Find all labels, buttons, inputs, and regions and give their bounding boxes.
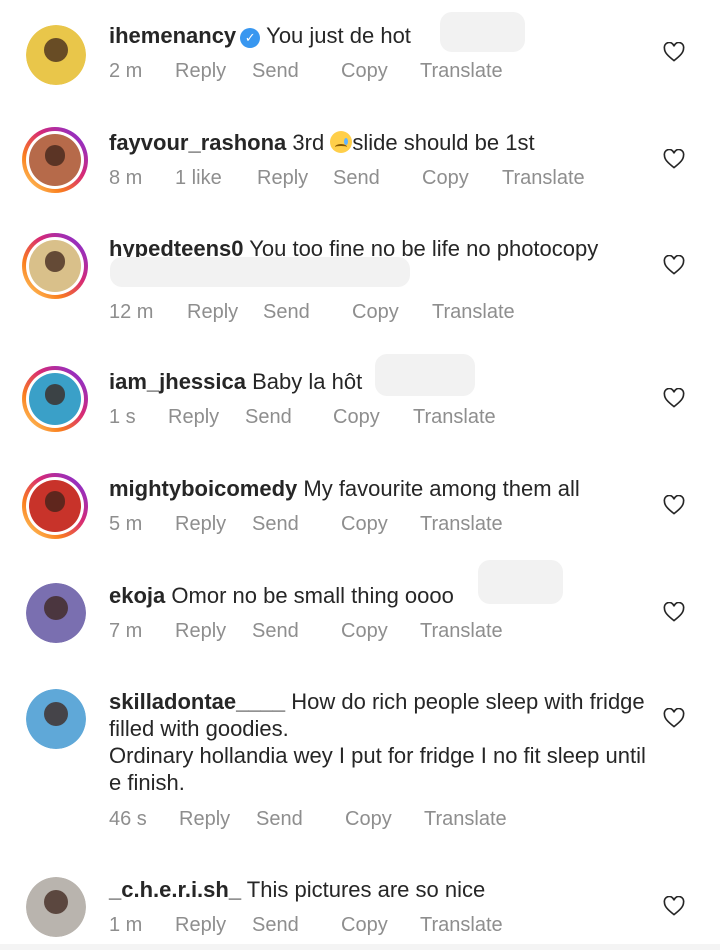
translate-button[interactable]: Translate: [432, 301, 515, 324]
comment-body-line2: Ordinary hollandia wey I put for fridge …: [109, 743, 646, 795]
heart-outline-icon[interactable]: [663, 602, 685, 622]
comment-text: ekoja Omor no be small thing oooo: [109, 582, 654, 609]
avatar[interactable]: [26, 689, 86, 749]
comment-username[interactable]: fayvour_rashona: [109, 130, 286, 155]
comment-username[interactable]: mightyboicomedy: [109, 476, 297, 501]
reply-button[interactable]: Reply: [168, 406, 219, 429]
comment-body: This pictures are so nice: [246, 877, 486, 902]
comment-body-start: 3rd: [292, 130, 325, 155]
comment-text: mightyboicomedy My favourite among them …: [109, 475, 654, 502]
comment-time: 7 m: [109, 620, 143, 642]
reply-button[interactable]: Reply: [175, 513, 226, 536]
send-button[interactable]: Send: [245, 406, 292, 429]
avatar[interactable]: [22, 473, 88, 539]
avatar[interactable]: [22, 366, 88, 432]
reply-button[interactable]: Reply: [175, 914, 226, 937]
blurred-region: [478, 560, 563, 604]
translate-button[interactable]: Translate: [413, 406, 496, 429]
comment-body: My favourite among them all: [303, 476, 580, 501]
heart-outline-icon[interactable]: [663, 708, 685, 728]
comment-username[interactable]: ekoja: [109, 583, 165, 608]
send-button[interactable]: Send: [252, 60, 299, 83]
reply-button[interactable]: Reply: [257, 167, 308, 190]
comment-username[interactable]: skilladontae____: [109, 689, 285, 714]
copy-button[interactable]: Copy: [333, 406, 380, 429]
copy-button[interactable]: Copy: [345, 808, 392, 831]
blurred-region: [440, 12, 525, 52]
avatar[interactable]: [22, 233, 88, 299]
translate-button[interactable]: Translate: [502, 167, 585, 190]
comment-time: 1 s: [109, 406, 136, 428]
blurred-region: [375, 354, 475, 396]
comment-username[interactable]: ihemenancy: [109, 23, 236, 48]
blurred-region: [110, 257, 410, 287]
copy-button[interactable]: Copy: [341, 620, 388, 643]
send-button[interactable]: Send: [256, 808, 303, 831]
crying-face-emoji: [330, 131, 353, 153]
comment-username[interactable]: iam_jhessica: [109, 369, 246, 394]
avatar[interactable]: [26, 877, 86, 937]
copy-button[interactable]: Copy: [422, 167, 469, 190]
translate-button[interactable]: Translate: [420, 60, 503, 83]
comment-text: ihemenancy ✓ You just de hot: [109, 22, 654, 49]
bottom-divider: [0, 944, 720, 950]
heart-outline-icon[interactable]: [663, 388, 685, 408]
like-count[interactable]: 1 like: [175, 167, 222, 190]
translate-button[interactable]: Translate: [420, 914, 503, 937]
comment-text: fayvour_rashona 3rd slide should be 1st: [109, 129, 654, 156]
copy-button[interactable]: Copy: [341, 914, 388, 937]
copy-button[interactable]: Copy: [341, 60, 388, 83]
reply-button[interactable]: Reply: [175, 60, 226, 83]
comment-time: 5 m: [109, 513, 143, 535]
send-button[interactable]: Send: [252, 620, 299, 643]
copy-button[interactable]: Copy: [341, 513, 388, 536]
comment-time: 46 s: [109, 808, 147, 830]
heart-outline-icon[interactable]: [663, 42, 685, 62]
avatar[interactable]: [26, 583, 86, 643]
reply-button[interactable]: Reply: [179, 808, 230, 831]
reply-button[interactable]: Reply: [175, 620, 226, 643]
translate-button[interactable]: Translate: [420, 513, 503, 536]
comment-body: Baby la hôt: [252, 369, 363, 394]
send-button[interactable]: Send: [252, 914, 299, 937]
heart-outline-icon[interactable]: [663, 896, 685, 916]
avatar[interactable]: [26, 25, 86, 85]
comment-username[interactable]: _c.h.e.r.i.sh_: [109, 877, 241, 902]
comment-body: Omor no be small thing oooo: [171, 583, 454, 608]
comment-time: 12 m: [109, 301, 154, 323]
heart-outline-icon[interactable]: [663, 255, 685, 275]
translate-button[interactable]: Translate: [424, 808, 507, 831]
comment-time: 8 m: [109, 167, 143, 189]
heart-outline-icon[interactable]: [663, 495, 685, 515]
comment-text: _c.h.e.r.i.sh_ This pictures are so nice: [109, 876, 654, 903]
comment-time: 2 m: [109, 60, 143, 82]
comment-body: You just de hot: [266, 23, 411, 48]
send-button[interactable]: Send: [252, 513, 299, 536]
comment-text: skilladontae____ How do rich people slee…: [109, 688, 654, 796]
avatar[interactable]: [22, 127, 88, 193]
comment-body-end: slide should be 1st: [352, 130, 535, 155]
verified-badge-icon: ✓: [240, 28, 261, 48]
copy-button[interactable]: Copy: [352, 301, 399, 324]
translate-button[interactable]: Translate: [420, 620, 503, 643]
send-button[interactable]: Send: [333, 167, 380, 190]
send-button[interactable]: Send: [263, 301, 310, 324]
comment-time: 1 m: [109, 914, 143, 936]
reply-button[interactable]: Reply: [187, 301, 238, 324]
heart-outline-icon[interactable]: [663, 149, 685, 169]
